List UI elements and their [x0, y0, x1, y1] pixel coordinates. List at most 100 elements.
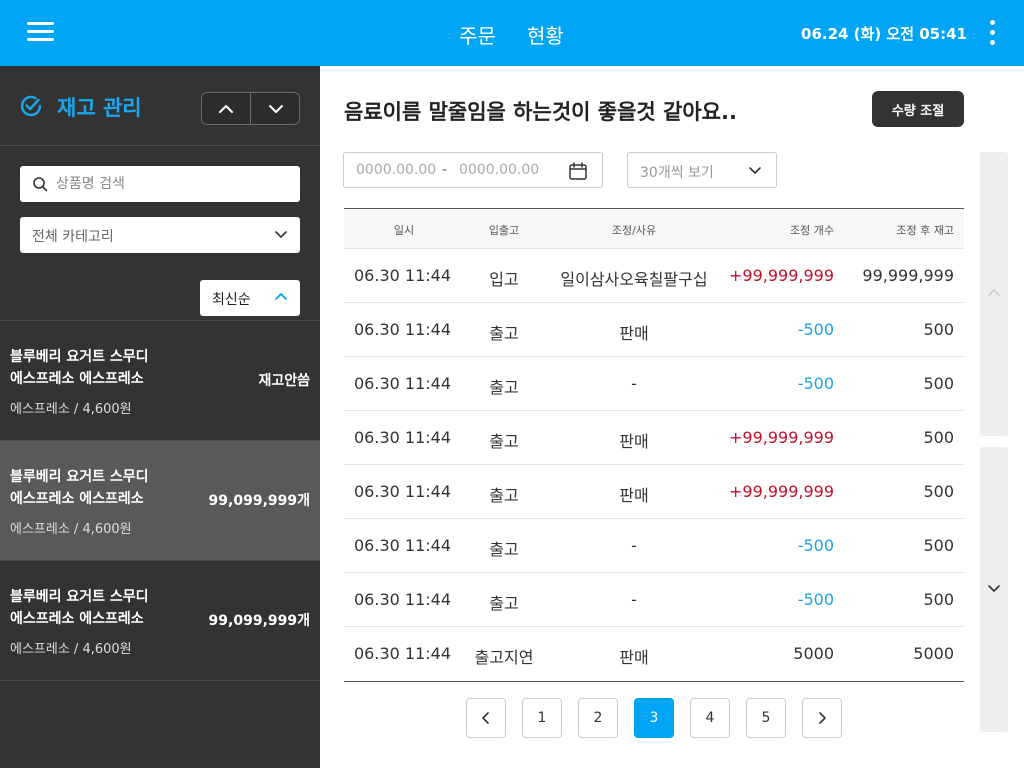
product-name: 블루베리 요거트 스무디 에스프레소 에스프레소	[10, 469, 149, 507]
table-header: 일시 입출고 조정/사유 조정 개수 조정 후 재고	[344, 209, 964, 249]
cell-inout: 출고	[489, 378, 519, 397]
table-row[interactable]: 06.30 11:44 출고 - -500 500	[344, 357, 964, 411]
next-page-button[interactable]	[802, 698, 842, 738]
cell-reason: 일이삼사오육칠팔구십	[560, 270, 708, 289]
cell-datetime: 06.30 11:44	[354, 374, 451, 393]
search-icon	[33, 177, 48, 192]
date-separator: -	[442, 162, 448, 178]
page-button-4[interactable]: 4	[690, 698, 730, 738]
product-stock: 99,099,999개	[208, 493, 310, 509]
datetime-label: 06.24 (화) 오전 05:41	[801, 25, 967, 43]
cell-qty: +99,999,999	[728, 266, 834, 285]
table-row[interactable]: 06.30 11:44 출고 - -500 500	[344, 519, 964, 573]
cell-reason: 판매	[619, 648, 649, 667]
cell-datetime: 06.30 11:44	[354, 644, 451, 663]
chevron-down-icon	[275, 231, 287, 238]
per-page-label: 30개씩 보기	[640, 165, 714, 181]
top-bar: 주문 현황 06.24 (화) 오전 05:41	[0, 0, 1024, 66]
page-button-2[interactable]: 2	[578, 698, 618, 738]
product-list-item[interactable]: 블루베리 요거트 스무디 에스프레소 에스프레소 에스프레소 / 4,600원 9…	[0, 561, 320, 681]
chevron-down-icon	[749, 167, 761, 174]
cell-reason: -	[631, 374, 637, 393]
cell-inout: 출고	[489, 432, 519, 451]
cell-qty: -500	[797, 536, 834, 555]
table-row[interactable]: 06.30 11:44 출고 판매 -500 500	[344, 303, 964, 357]
cell-qty: -500	[797, 320, 834, 339]
chevron-right-icon	[819, 712, 826, 724]
chevron-left-icon	[482, 712, 489, 724]
column-header-inout: 입출고	[488, 224, 520, 237]
chevron-down-icon	[268, 104, 283, 113]
adjust-quantity-button[interactable]: 수량 조절	[872, 91, 964, 127]
cell-after-stock: 500	[923, 428, 954, 447]
sort-select-label: 최신순	[212, 292, 251, 308]
page-button-1[interactable]: 1	[522, 698, 562, 738]
tab-status[interactable]: 현황	[527, 20, 564, 49]
cell-reason: -	[631, 590, 637, 609]
cell-after-stock: 500	[923, 374, 954, 393]
cell-datetime: 06.30 11:44	[354, 428, 451, 447]
cell-inout: 출고	[489, 486, 519, 505]
cell-qty: -500	[797, 590, 834, 609]
cell-datetime: 06.30 11:44	[354, 590, 451, 609]
cell-after-stock: 500	[923, 590, 954, 609]
cell-inout: 입고	[489, 270, 519, 289]
cell-after-stock: 500	[923, 536, 954, 555]
nav-up-button[interactable]	[202, 93, 251, 124]
category-select-label: 전체 카테고리	[32, 229, 114, 245]
cell-reason: 판매	[619, 324, 649, 343]
table-row[interactable]: 06.30 11:44 출고 판매 +99,999,999 500	[344, 465, 964, 519]
tab-order[interactable]: 주문	[459, 20, 496, 49]
cell-qty: -500	[797, 374, 834, 393]
prev-page-button[interactable]	[466, 698, 506, 738]
column-header-qty: 조정 개수	[790, 224, 834, 237]
cell-datetime: 06.30 11:44	[354, 482, 451, 501]
product-list-item[interactable]: 블루베리 요거트 스무디 에스프레소 에스프레소 에스프레소 / 4,600원 재…	[0, 321, 320, 441]
search-input[interactable]	[56, 166, 292, 202]
date-range-picker[interactable]: 0000.00.00 - 0000.00.00	[343, 152, 603, 188]
chevron-up-icon	[219, 104, 233, 113]
cell-inout: 출고지연	[474, 648, 534, 667]
date-end: 0000.00.00	[459, 162, 540, 178]
cell-reason: 판매	[619, 486, 649, 505]
cell-reason: 판매	[619, 432, 649, 451]
table-row[interactable]: 06.30 11:44 입고 일이삼사오육칠팔구십 +99,999,999 99…	[344, 249, 964, 303]
cell-datetime: 06.30 11:44	[354, 266, 451, 285]
cell-qty: +99,999,999	[728, 428, 834, 447]
page-button-3[interactable]: 3	[634, 698, 674, 738]
sidebar-nav-buttons	[201, 92, 300, 125]
chevron-down-icon	[988, 585, 1000, 592]
product-stock: 재고안씀	[258, 373, 310, 389]
table-row[interactable]: 06.30 11:44 출고지연 판매 5000 5000	[344, 627, 964, 681]
nav-down-button[interactable]	[251, 93, 299, 124]
page-button-5[interactable]: 5	[746, 698, 786, 738]
table-row[interactable]: 06.30 11:44 출고 판매 +99,999,999 500	[344, 411, 964, 465]
cell-after-stock: 99,999,999	[862, 266, 954, 285]
column-header-datetime: 일시	[393, 224, 415, 237]
column-header-reason: 조정/사유	[611, 224, 657, 237]
category-select[interactable]: 전체 카테고리	[20, 217, 300, 253]
sidebar-header: 재고 관리	[0, 66, 320, 146]
check-circle-icon	[20, 95, 42, 117]
search-box	[20, 166, 300, 202]
product-category-price: 에스프레소 / 4,600원	[10, 402, 132, 417]
cell-inout: 출고	[489, 324, 519, 343]
product-list-item[interactable]: 블루베리 요거트 스무디 에스프레소 에스프레소 에스프레소 / 4,600원 9…	[0, 441, 320, 561]
scroll-down-button[interactable]	[980, 447, 1008, 732]
cell-datetime: 06.30 11:44	[354, 320, 451, 339]
chevron-up-icon	[988, 289, 1000, 296]
column-header-after-stock: 조정 후 재고	[896, 224, 954, 237]
cell-inout: 출고	[489, 594, 519, 613]
hamburger-menu-icon[interactable]	[27, 20, 54, 44]
scroll-up-button[interactable]	[980, 152, 1008, 436]
date-start: 0000.00.00	[356, 162, 437, 178]
page-title: 음료이름 말줄임을 하는것이 좋을것 같아요..	[344, 100, 737, 124]
product-category-price: 에스프레소 / 4,600원	[10, 522, 132, 537]
per-page-select[interactable]: 30개씩 보기	[627, 152, 777, 188]
calendar-icon	[569, 162, 587, 180]
table-row[interactable]: 06.30 11:44 출고 - -500 500	[344, 573, 964, 627]
sort-select[interactable]: 최신순	[200, 280, 300, 316]
product-name: 블루베리 요거트 스무디 에스프레소 에스프레소	[10, 589, 149, 627]
more-options-icon[interactable]	[989, 20, 997, 46]
sidebar-title: 재고 관리	[57, 96, 142, 120]
